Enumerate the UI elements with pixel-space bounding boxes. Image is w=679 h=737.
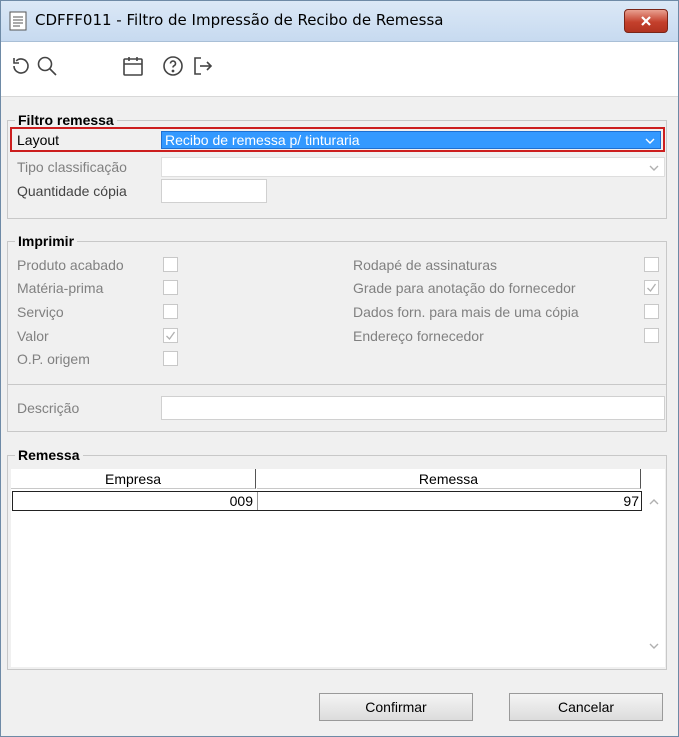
imprimir-legend: Imprimir xyxy=(18,233,75,249)
remessa-grid: Empresa Remessa 009 97 xyxy=(11,469,665,667)
remessa-legend: Remessa xyxy=(18,447,80,463)
window-title: CDFFF011 - Filtro de Impressão de Recibo… xyxy=(35,11,444,29)
tipo-classificacao-select[interactable] xyxy=(161,157,665,177)
help-icon[interactable] xyxy=(161,54,185,78)
op-origem-checkbox[interactable] xyxy=(163,351,178,366)
chevron-down-icon[interactable] xyxy=(644,136,656,146)
toolbar xyxy=(1,42,678,97)
valor-checkbox[interactable] xyxy=(163,328,178,343)
checkmark-icon xyxy=(647,283,657,293)
endereco-fornecedor-checkbox[interactable] xyxy=(644,328,659,343)
dialog-window: CDFFF011 - Filtro de Impressão de Recibo… xyxy=(0,0,679,737)
rodape-assinaturas-checkbox[interactable] xyxy=(644,257,659,272)
cancel-button[interactable]: Cancelar xyxy=(509,693,663,721)
tipo-classificacao-label: Tipo classificação xyxy=(17,159,127,175)
exit-icon[interactable] xyxy=(191,54,215,78)
column-header-empresa[interactable]: Empresa xyxy=(11,469,256,489)
document-icon xyxy=(9,11,27,31)
dados-forn-checkbox[interactable] xyxy=(644,304,659,319)
title-bar[interactable]: CDFFF011 - Filtro de Impressão de Recibo… xyxy=(1,1,678,42)
checkmark-icon xyxy=(166,331,176,341)
close-button[interactable] xyxy=(624,9,668,33)
op-origem-label: O.P. origem xyxy=(17,351,90,367)
layout-label: Layout xyxy=(17,132,60,148)
vertical-scrollbar[interactable] xyxy=(644,491,664,667)
cell-empresa: 009 xyxy=(229,493,253,509)
materia-prima-checkbox[interactable] xyxy=(163,280,178,295)
grade-anotacao-checkbox[interactable] xyxy=(644,280,659,295)
chevron-down-icon[interactable] xyxy=(648,163,660,173)
filtro-remessa-legend: Filtro remessa xyxy=(18,112,114,128)
layout-select-value: Recibo de remessa p/ tinturaria xyxy=(165,132,360,148)
calendar-icon[interactable] xyxy=(121,54,145,78)
refresh-icon[interactable] xyxy=(9,54,33,78)
descricao-label: Descrição xyxy=(17,400,80,416)
quantidade-copia-label: Quantidade cópia xyxy=(17,183,127,199)
cell-divider xyxy=(257,492,258,510)
valor-label: Valor xyxy=(17,328,49,344)
chevron-up-icon[interactable] xyxy=(648,497,660,507)
main-panel: Filtro remessa Layout Recibo de remessa … xyxy=(1,97,678,736)
close-icon xyxy=(641,16,651,26)
layout-select[interactable]: Recibo de remessa p/ tinturaria xyxy=(161,131,661,149)
cell-remessa: 97 xyxy=(623,493,639,509)
table-row[interactable]: 009 97 xyxy=(12,491,642,511)
servico-label: Serviço xyxy=(17,304,64,320)
rodape-assinaturas-label: Rodapé de assinaturas xyxy=(353,257,497,273)
materia-prima-label: Matéria-prima xyxy=(17,280,104,296)
descricao-input[interactable] xyxy=(161,396,665,420)
confirm-button[interactable]: Confirmar xyxy=(319,693,473,721)
dados-forn-label: Dados forn. para mais de uma cópia xyxy=(353,304,579,320)
column-header-remessa[interactable]: Remessa xyxy=(257,469,641,489)
search-icon[interactable] xyxy=(35,54,59,78)
endereco-fornecedor-label: Endereço fornecedor xyxy=(353,328,484,344)
chevron-down-icon[interactable] xyxy=(648,641,660,651)
servico-checkbox[interactable] xyxy=(163,304,178,319)
quantidade-copia-input[interactable] xyxy=(161,179,267,203)
imprimir-divider xyxy=(8,384,666,385)
grade-anotacao-label: Grade para anotação do fornecedor xyxy=(353,280,576,296)
produto-acabado-label: Produto acabado xyxy=(17,257,124,273)
produto-acabado-checkbox[interactable] xyxy=(163,257,178,272)
